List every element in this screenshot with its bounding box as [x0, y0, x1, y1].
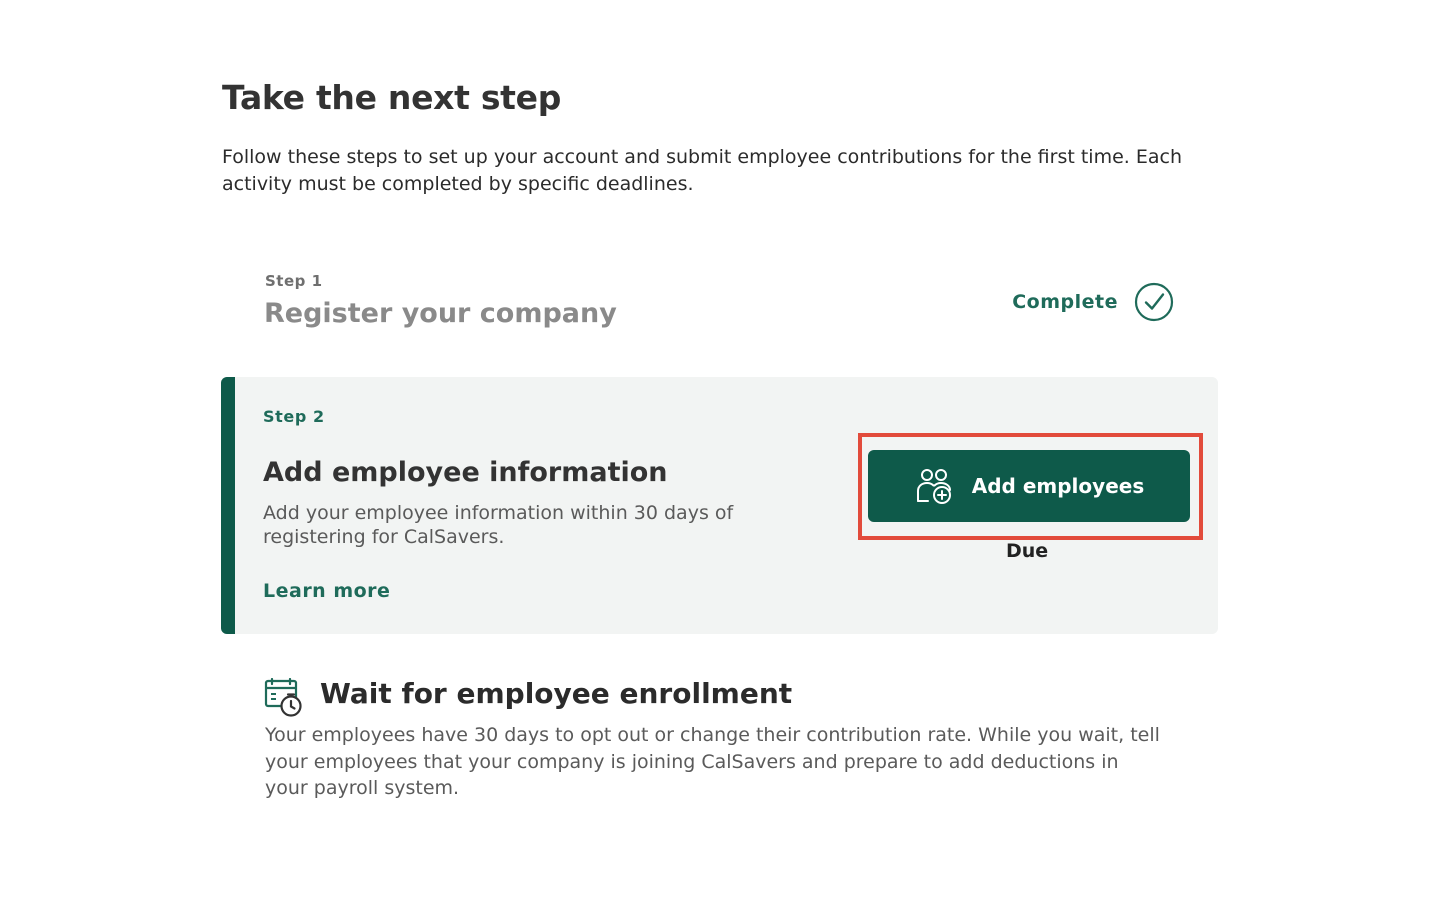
step-3-title: Wait for employee enrollment — [320, 677, 793, 710]
intro-text: Follow these steps to set up your accoun… — [222, 146, 1182, 195]
step-3-description: Your employees have 30 days to opt out o… — [265, 724, 1160, 799]
step-1-status: Complete — [1012, 282, 1174, 322]
status-complete-label: Complete — [1012, 291, 1118, 313]
step-1: Step 1 Register your company Complete — [264, 270, 1184, 340]
due-label: Due — [1006, 540, 1049, 562]
step-2-title: Add employee information — [263, 457, 668, 488]
calendar-clock-icon — [264, 678, 302, 717]
page-title: Take the next step — [222, 78, 562, 117]
step-1-label: Step 1 — [265, 272, 323, 290]
step-2-description: Add your employee information within 30 … — [263, 502, 734, 548]
page: Take the next step Follow these steps to… — [0, 0, 1440, 900]
check-circle-icon — [1134, 282, 1174, 322]
add-employees-button[interactable]: Add employees — [868, 450, 1190, 522]
add-people-icon — [916, 469, 951, 504]
learn-more-link[interactable]: Learn more — [263, 580, 390, 602]
step-2-label: Step 2 — [263, 407, 325, 426]
active-step-indicator — [221, 377, 235, 634]
step-1-title: Register your company — [264, 298, 617, 329]
add-employees-label: Add employees — [971, 474, 1145, 498]
